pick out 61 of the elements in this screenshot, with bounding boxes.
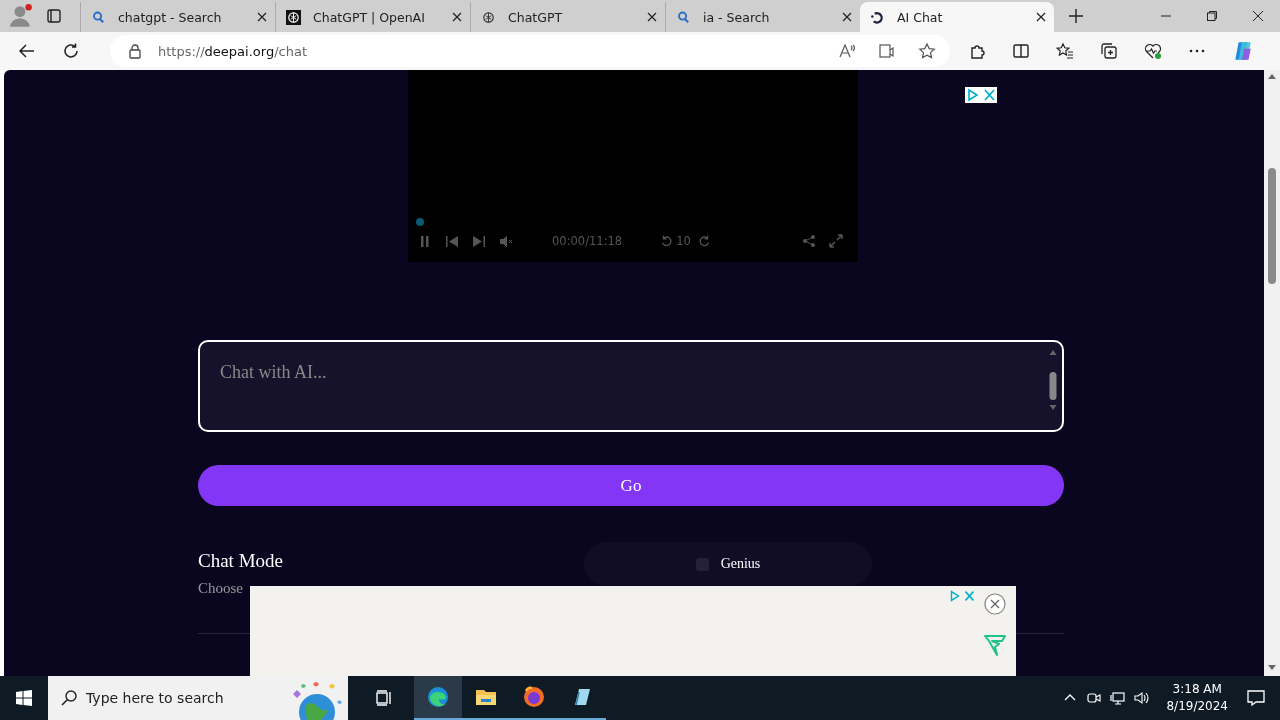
close-icon[interactable]	[1252, 10, 1264, 22]
close-icon[interactable]	[842, 12, 852, 22]
browser-tab[interactable]: AI Chat	[860, 2, 1054, 32]
rewind-icon[interactable]	[660, 235, 673, 247]
taskbar-app[interactable]	[414, 676, 462, 720]
f-logo-icon	[983, 633, 1007, 657]
section-description: Choose	[198, 580, 244, 597]
edge-icon	[426, 685, 450, 709]
close-icon[interactable]	[452, 12, 462, 22]
search-icon	[676, 9, 691, 25]
favorites-icon[interactable]	[1056, 42, 1074, 60]
restore-icon[interactable]	[1206, 10, 1218, 22]
knot-logo-icon	[481, 9, 496, 25]
muted-speaker-icon[interactable]	[499, 234, 513, 248]
next-icon[interactable]	[472, 234, 486, 248]
search-icon	[60, 689, 78, 707]
scrollbar-icon[interactable]	[1047, 348, 1059, 412]
search-icon	[91, 9, 106, 25]
swirl-logo-icon	[870, 9, 885, 25]
scrollbar-icon[interactable]	[1264, 70, 1280, 676]
copilot-icon[interactable]	[1232, 40, 1254, 62]
taskbar-search-field[interactable]: Type here to search	[48, 676, 348, 720]
notifications-icon[interactable]	[1246, 688, 1266, 708]
mode-option[interactable]: Genius	[695, 556, 761, 572]
fullscreen-icon[interactable]	[829, 234, 843, 248]
address-bar[interactable]: https://deepai.org/chat	[110, 35, 950, 67]
task-view-icon[interactable]	[374, 688, 394, 708]
back-icon[interactable]	[18, 42, 36, 60]
share-icon[interactable]	[802, 234, 816, 248]
heart-pulse-icon[interactable]	[1144, 42, 1162, 60]
section-title: Chat Mode	[198, 550, 284, 572]
immersive-reader-icon[interactable]	[878, 42, 896, 60]
knot-logo-icon	[286, 9, 301, 25]
new-tab-icon[interactable]	[1068, 8, 1084, 24]
ad-choices-icon[interactable]	[965, 87, 997, 103]
volume-icon[interactable]	[1134, 690, 1151, 706]
collections-icon[interactable]	[1100, 42, 1118, 60]
star-icon[interactable]	[918, 42, 936, 60]
video-time: 00:00/11:18	[552, 234, 623, 248]
pause-icon[interactable]	[418, 234, 432, 248]
go-button[interactable]: Go	[198, 465, 1064, 506]
network-icon[interactable]	[1110, 690, 1127, 706]
profile-icon[interactable]	[8, 3, 34, 29]
previous-icon[interactable]	[445, 234, 459, 248]
clock[interactable]: 3:18 AM 8/19/2024	[1166, 681, 1228, 715]
skip-seconds: 10	[676, 234, 691, 248]
split-screen-icon[interactable]	[1012, 42, 1030, 60]
extensions-icon[interactable]	[968, 42, 986, 60]
close-icon[interactable]	[257, 12, 267, 22]
chat-input[interactable]: Chat with AI...	[198, 340, 1064, 432]
forward-icon[interactable]	[698, 235, 711, 247]
lock-icon	[128, 43, 142, 59]
windows-start-icon[interactable]	[16, 690, 32, 706]
fox-browser-icon	[522, 685, 546, 709]
close-icon[interactable]	[647, 12, 657, 22]
close-icon[interactable]	[1036, 12, 1046, 22]
refresh-icon[interactable]	[62, 42, 80, 60]
progress-handle[interactable]	[416, 218, 424, 226]
camera-icon[interactable]	[1086, 690, 1103, 706]
read-aloud-icon[interactable]	[838, 42, 856, 60]
tab-actions-icon[interactable]	[46, 8, 62, 24]
